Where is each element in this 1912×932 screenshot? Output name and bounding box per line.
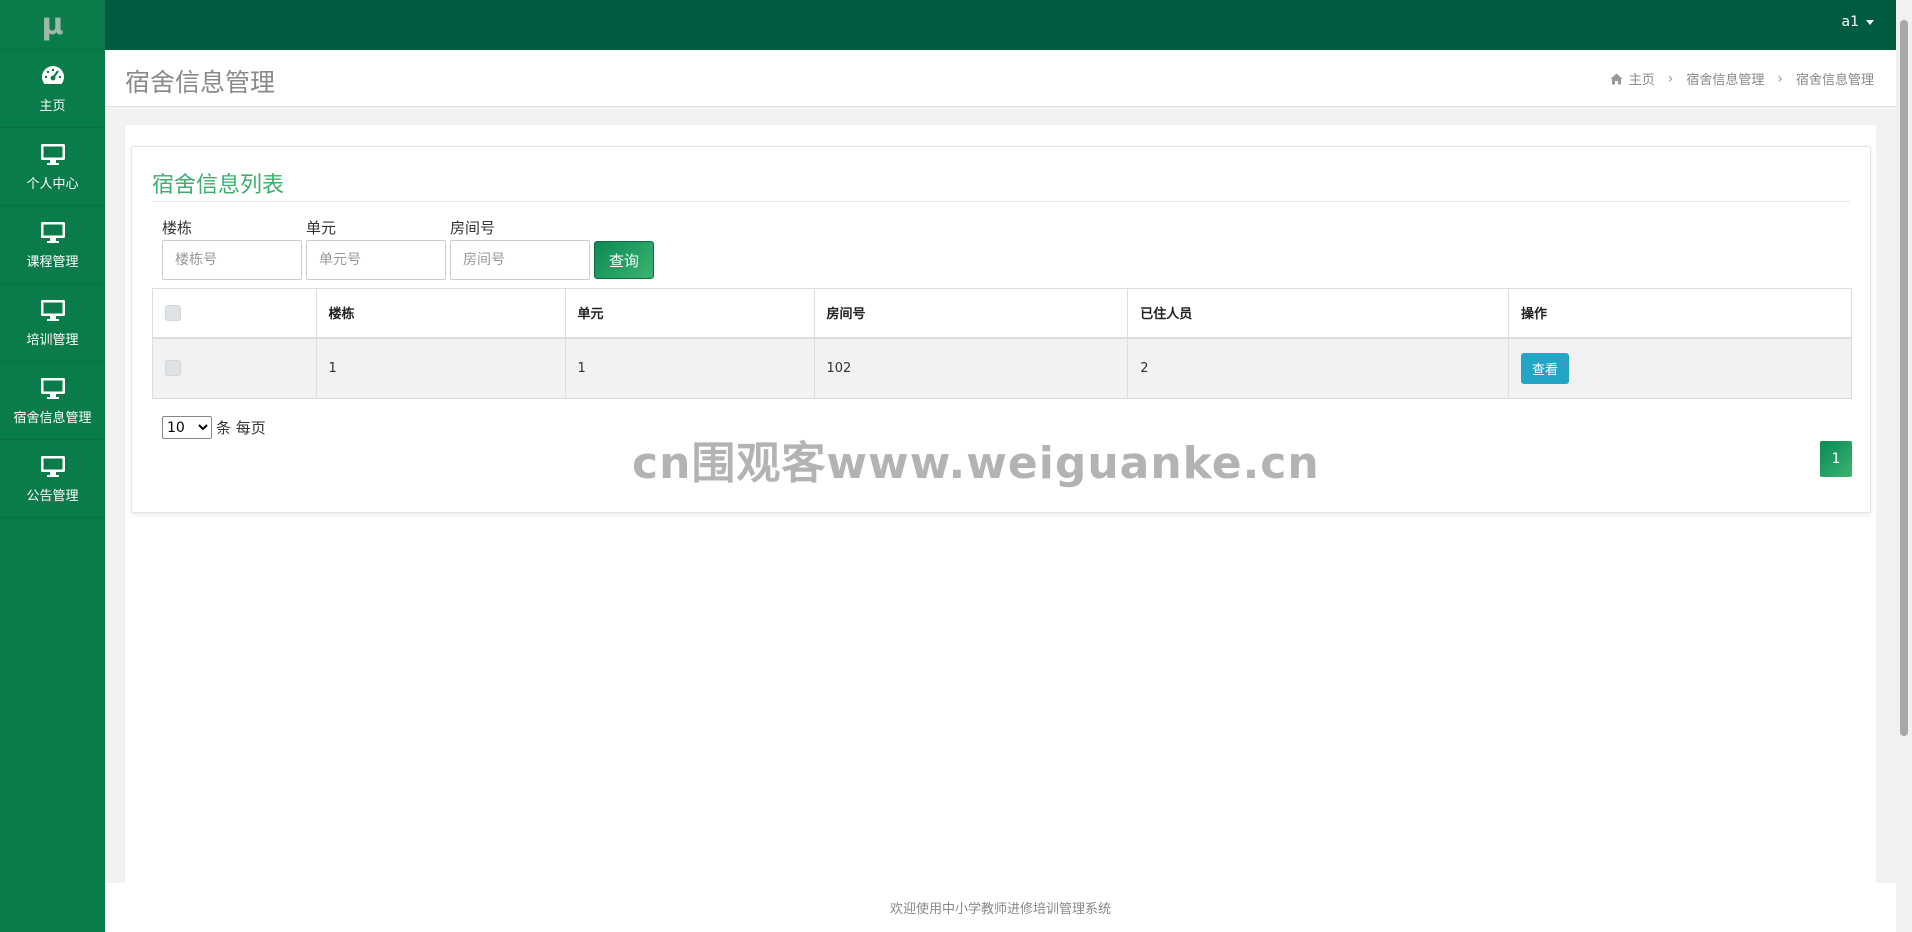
monitor-icon bbox=[40, 219, 66, 245]
sidebar-item-profile[interactable]: 个人中心 bbox=[0, 128, 105, 206]
caret-down-icon bbox=[1866, 19, 1874, 25]
select-all-cell bbox=[152, 288, 317, 339]
dashboard-icon bbox=[40, 63, 66, 89]
column-header[interactable]: 已住人员 bbox=[1127, 288, 1509, 339]
user-name: a1 bbox=[1841, 14, 1860, 30]
sidebar: μ 主页 个人中心 课程管理 培训管理 宿舍信息管理 公告管理 bbox=[0, 0, 105, 932]
search-form: 楼栋 单元 房间号 查询 bbox=[162, 217, 654, 280]
building-input[interactable] bbox=[162, 240, 302, 280]
breadcrumb-section[interactable]: 宿舍信息管理 bbox=[1686, 69, 1764, 88]
user-menu[interactable]: a1 bbox=[1841, 14, 1874, 30]
breadcrumb-home[interactable]: 主页 bbox=[1629, 69, 1655, 88]
divider bbox=[152, 201, 1850, 202]
scrollbar[interactable] bbox=[1896, 0, 1912, 932]
room-field: 房间号 bbox=[450, 217, 590, 280]
unit-input[interactable] bbox=[306, 240, 446, 280]
monitor-icon bbox=[40, 297, 66, 323]
scrollbar-thumb[interactable] bbox=[1900, 20, 1908, 736]
table-row: 1 1 102 2 查看 bbox=[152, 337, 1853, 399]
dormitory-table: 楼栋 单元 房间号 已住人员 操作 1 1 102 2 查看 bbox=[152, 288, 1853, 399]
sidebar-item-dormitory[interactable]: 宿舍信息管理 bbox=[0, 362, 105, 440]
unit-label: 单元 bbox=[306, 219, 337, 237]
monitor-icon bbox=[40, 453, 66, 479]
sidebar-item-courses[interactable]: 课程管理 bbox=[0, 206, 105, 284]
building-label: 楼栋 bbox=[162, 219, 193, 237]
row-select-cell bbox=[152, 337, 317, 399]
unit-cell: 1 bbox=[564, 337, 815, 399]
sidebar-item-label: 公告管理 bbox=[26, 489, 79, 504]
sidebar-item-label: 主页 bbox=[39, 99, 66, 114]
chevron-right-icon: › bbox=[1777, 70, 1783, 87]
monitor-icon bbox=[40, 375, 66, 401]
page-size-select[interactable]: 10 bbox=[162, 416, 212, 439]
view-button[interactable]: 查看 bbox=[1520, 352, 1569, 384]
sidebar-item-label: 课程管理 bbox=[26, 255, 79, 270]
sidebar-item-home[interactable]: 主页 bbox=[0, 50, 105, 128]
panel-title: 宿舍信息列表 bbox=[152, 173, 285, 198]
top-navbar: a1 bbox=[105, 0, 1912, 50]
pagination-page-button[interactable]: 1 bbox=[1820, 441, 1852, 477]
sidebar-item-label: 宿舍信息管理 bbox=[13, 411, 92, 426]
room-input[interactable] bbox=[450, 240, 590, 280]
sidebar-item-label: 培训管理 bbox=[26, 333, 79, 348]
table-header-row: 楼栋 单元 房间号 已住人员 操作 bbox=[152, 288, 1853, 339]
page-header: 宿舍信息管理 主页 › 宿舍信息管理 › 宿舍信息管理 bbox=[105, 50, 1896, 107]
brand-logo[interactable]: μ bbox=[0, 0, 105, 50]
column-header[interactable]: 楼栋 bbox=[315, 288, 566, 339]
breadcrumb-current: 宿舍信息管理 bbox=[1795, 73, 1874, 88]
footer-text: 欢迎使用中小学教师进修培训管理系统 bbox=[889, 902, 1111, 917]
column-header[interactable]: 单元 bbox=[564, 288, 815, 339]
footer: 欢迎使用中小学教师进修培训管理系统 bbox=[105, 883, 1896, 932]
chevron-right-icon: › bbox=[1667, 70, 1674, 87]
page-title: 宿舍信息管理 bbox=[125, 68, 276, 97]
home-icon bbox=[1610, 73, 1623, 85]
column-header: 操作 bbox=[1507, 288, 1853, 339]
sidebar-item-announcements[interactable]: 公告管理 bbox=[0, 440, 105, 518]
residents-cell: 2 bbox=[1127, 337, 1509, 399]
unit-field: 单元 bbox=[306, 217, 446, 280]
sidebar-item-training[interactable]: 培训管理 bbox=[0, 284, 105, 362]
action-cell: 查看 bbox=[1507, 337, 1853, 399]
watermark: cn围观客www.weiguanke.cn bbox=[632, 438, 1320, 489]
select-all-checkbox[interactable] bbox=[165, 304, 181, 321]
row-checkbox[interactable] bbox=[165, 360, 181, 377]
room-label: 房间号 bbox=[450, 219, 496, 237]
monitor-icon bbox=[40, 141, 66, 167]
query-button[interactable]: 查询 bbox=[594, 241, 654, 279]
building-field: 楼栋 bbox=[162, 217, 302, 280]
page-size-control: 10 条 每页 bbox=[162, 416, 266, 439]
column-header[interactable]: 房间号 bbox=[813, 288, 1129, 339]
room-cell: 102 bbox=[813, 337, 1129, 399]
building-cell: 1 bbox=[315, 337, 566, 399]
page-size-label: 条 每页 bbox=[216, 419, 266, 437]
breadcrumb: 主页 › 宿舍信息管理 › 宿舍信息管理 bbox=[1610, 69, 1874, 88]
main-content: 宿舍信息列表 楼栋 单元 房间号 查询 bbox=[125, 125, 1876, 883]
sidebar-item-label: 个人中心 bbox=[26, 177, 79, 192]
